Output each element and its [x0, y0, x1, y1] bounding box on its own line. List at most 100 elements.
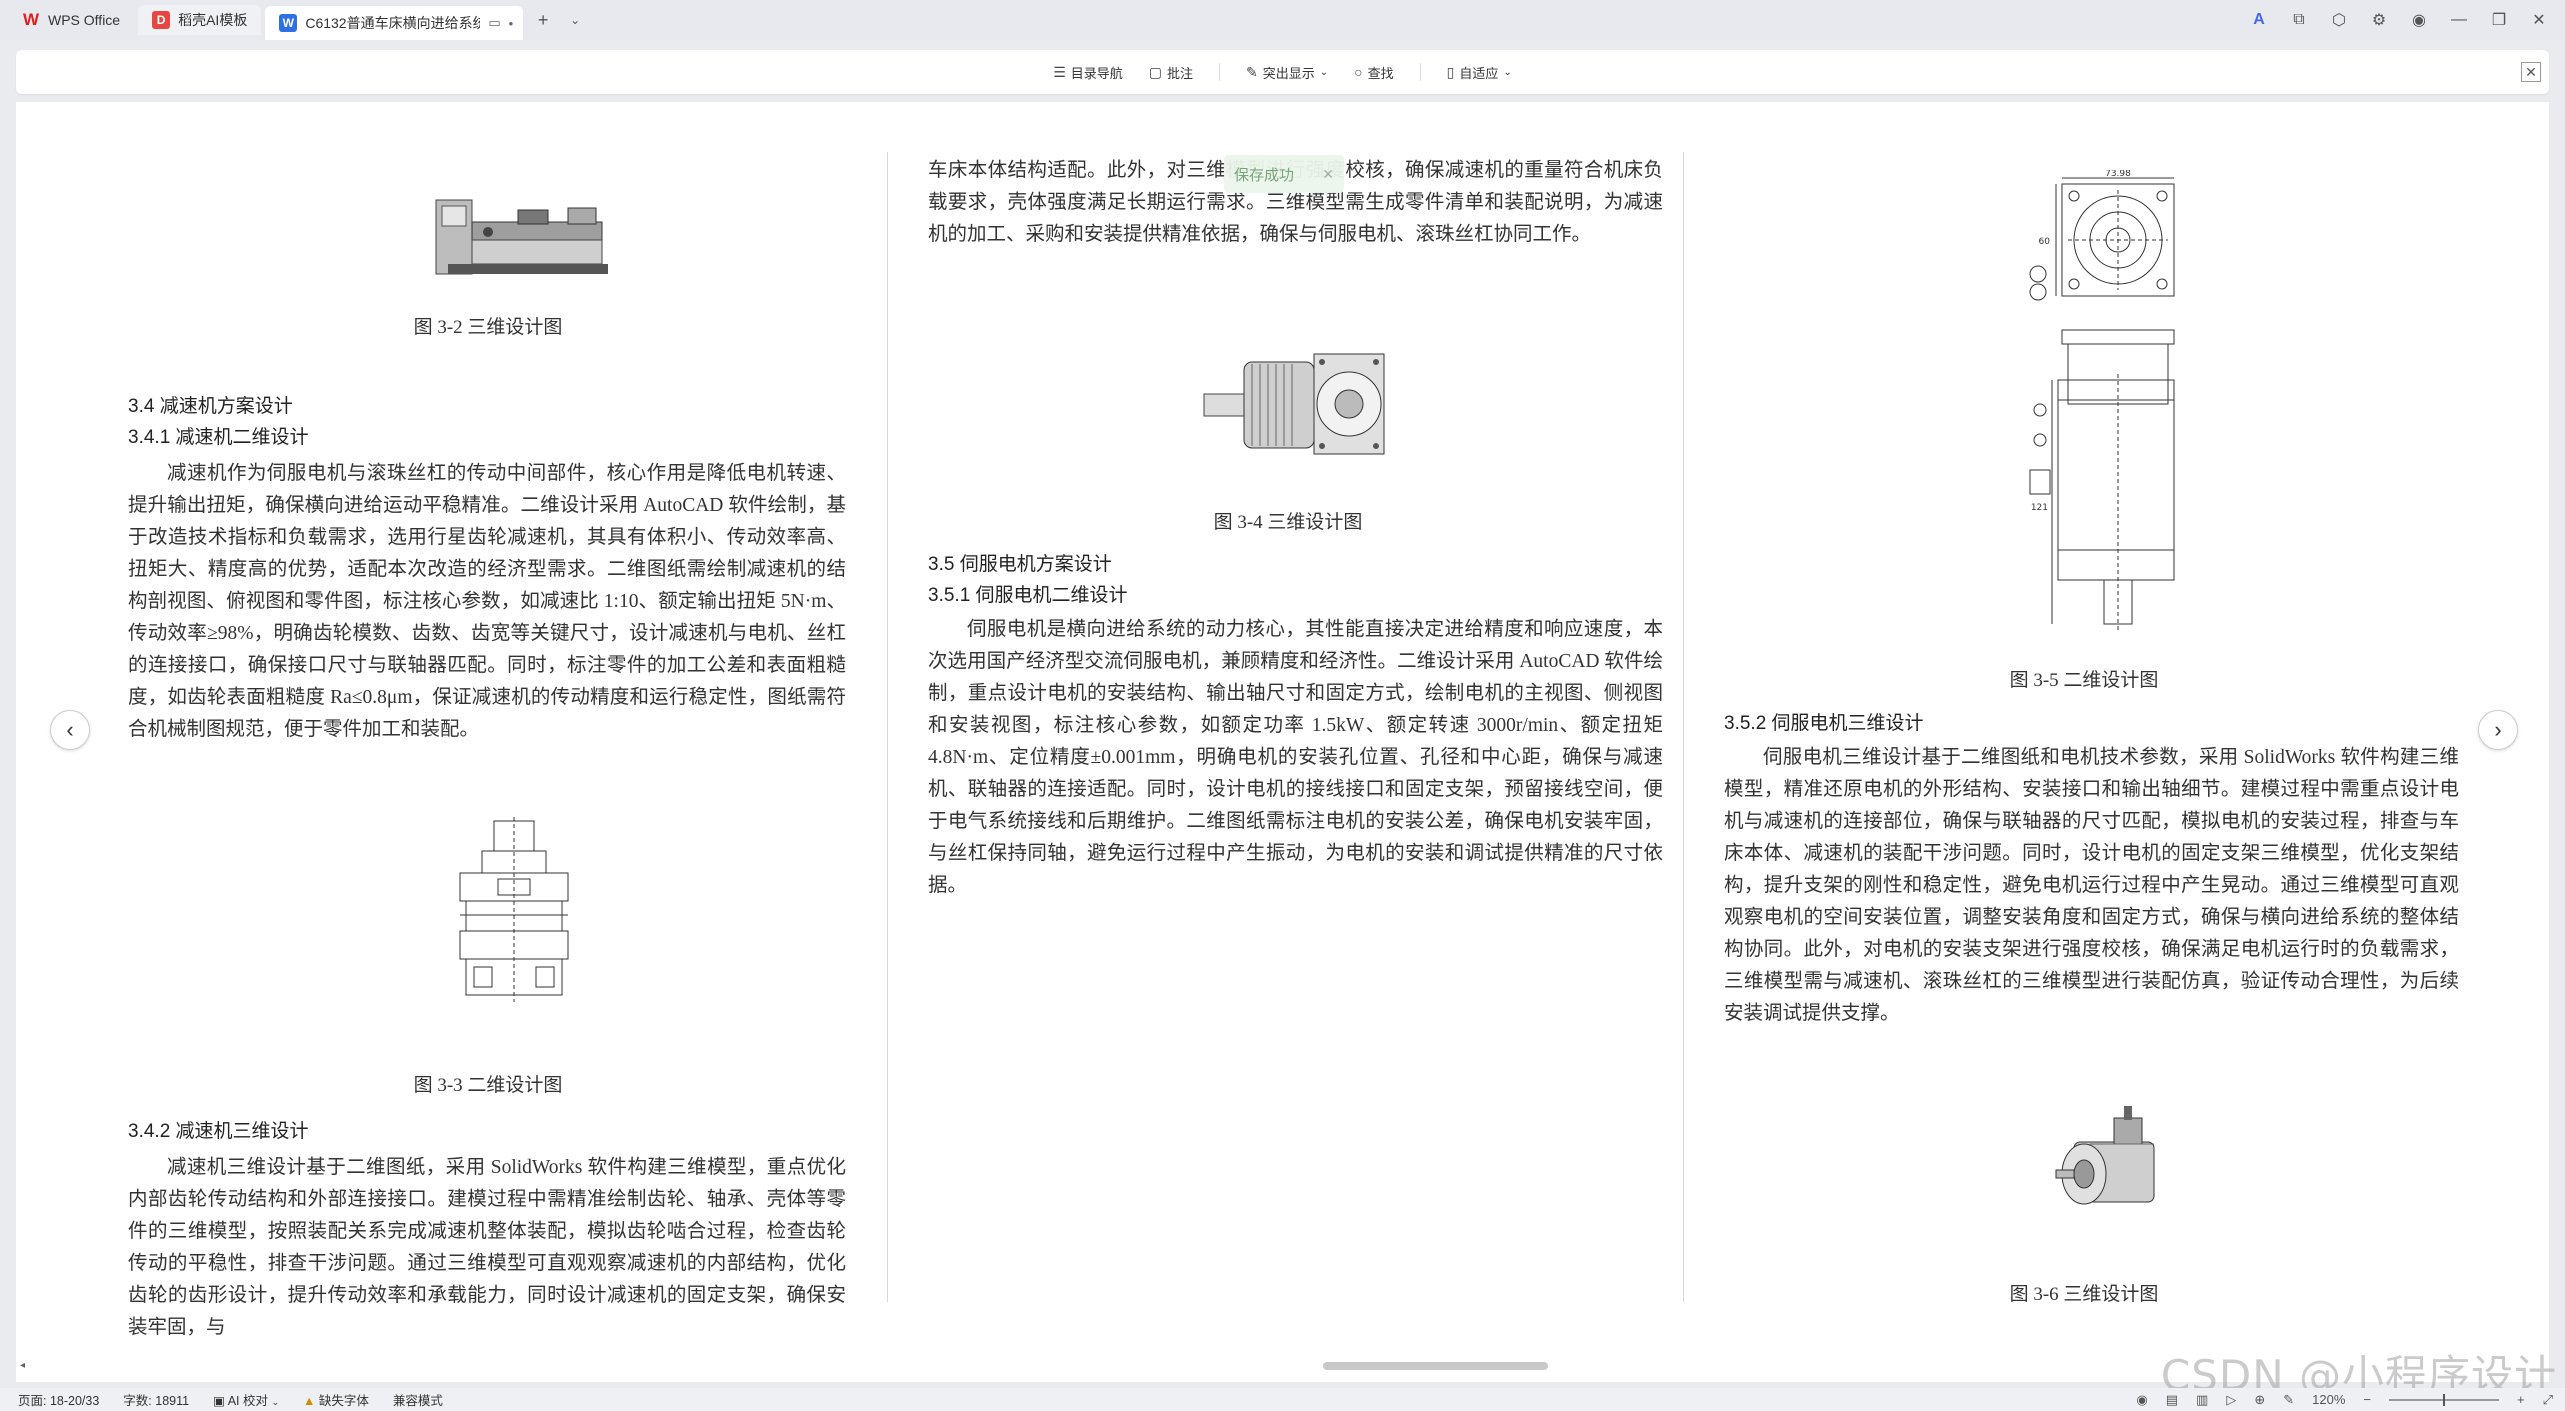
horizontal-scrollbar[interactable] — [1323, 1362, 1548, 1370]
play-icon[interactable]: ▷ — [2226, 1392, 2236, 1408]
chevron-down-icon: ⌄ — [1319, 66, 1329, 78]
tab-document[interactable]: W C6132普通车床横向进给系统 ▭ • — [265, 6, 524, 40]
reading-toolbar: ☰ 目录导航 ▢ 批注 ✎ 突出显示 ⌄ ○ 查找 ▯ 自适应 ⌄ ✕ — [16, 50, 2549, 94]
page-view-icon[interactable]: ▤ — [2166, 1392, 2178, 1408]
fit-button[interactable]: ▯ 自适应 ⌄ — [1447, 63, 1512, 82]
status-bar: 页面: 18-20/33 字数: 18911 ▣ AI 校对 ⌄ ▲ 缺失字体 … — [0, 1388, 2565, 1411]
section-heading: 3.5 伺服电机方案设计 — [928, 554, 1112, 575]
fullscreen-icon[interactable]: ⤢ — [2543, 1392, 2553, 1408]
tab-label: C6132普通车床横向进给系统 — [305, 15, 481, 31]
paragraph: 减速机作为伺服电机与滚珠丝杠的传动中间部件，核心作用是降低电机转速、提升输出扭矩… — [128, 463, 846, 740]
fit-page-icon: ▯ — [1446, 63, 1455, 80]
search-icon: ○ — [1354, 64, 1363, 80]
word-count[interactable]: 字数: 18911 — [123, 1390, 189, 1409]
figure-caption: 图 3-5 二维设计图 — [2009, 670, 2159, 691]
reducer-3d-figure — [1203, 353, 1385, 455]
find-label: 查找 — [1367, 65, 1394, 81]
page-divider — [1683, 152, 1684, 1302]
title-bar: W WPS Office D 稻壳AI模板 W C6132普通车床横向进给系统 … — [0, 0, 2565, 40]
lathe-3d-figure — [435, 199, 608, 275]
chevron-right-icon: › — [2494, 717, 2502, 742]
servo-motor-side-drawing: 121 — [2029, 374, 2175, 632]
zoom-in-icon[interactable]: + — [2517, 1392, 2525, 1407]
window-mode-icon[interactable]: ⧉ — [2281, 4, 2317, 36]
zoom-out-icon[interactable]: − — [2363, 1392, 2371, 1407]
figure-caption: 图 3-4 三维设计图 — [1213, 512, 1363, 533]
ai-proofread-label: AI 校对 — [227, 1394, 268, 1408]
toc-icon: ☰ — [1053, 63, 1066, 80]
tab-daoke-ai[interactable]: D 稻壳AI模板 — [138, 5, 262, 35]
daoke-ai-icon: D — [152, 11, 171, 29]
toolbar-divider — [1419, 63, 1421, 81]
toolbar-divider — [1219, 63, 1221, 81]
close-window-icon[interactable]: ✕ — [2521, 4, 2557, 36]
save-success-toast: 保存成功 ✕ — [1224, 155, 1344, 193]
paragraph: 减速机三维设计基于二维图纸，采用 SolidWorks 软件构建三维模型，重点优… — [128, 1157, 846, 1338]
toast-text: 保存成功 — [1234, 166, 1295, 184]
settings-icon[interactable]: ⚙ — [2361, 4, 2397, 36]
outline-view-icon[interactable]: ▥ — [2196, 1392, 2208, 1408]
find-button[interactable]: ○ 查找 — [1354, 63, 1393, 82]
page-divider — [887, 152, 888, 1302]
comment-button[interactable]: ▢ 批注 — [1149, 63, 1193, 82]
dimension-label: 121 — [2031, 503, 2048, 513]
wps-icon: W — [22, 10, 40, 29]
zoom-slider[interactable] — [2389, 1393, 2499, 1406]
dimension-label: 73.98 — [2105, 170, 2131, 179]
restore-icon[interactable]: ❐ — [2481, 4, 2517, 36]
page-column-1: 图 3-2 三维设计图 3.4 减速机方案设计 3.4.1 减速机二维设计 减速… — [128, 102, 858, 1338]
highlight-label: 突出显示 — [1262, 65, 1315, 81]
zoom-level[interactable]: 120% — [2312, 1392, 2345, 1407]
close-tab-icon[interactable]: • — [509, 16, 514, 31]
figure-caption: 图 3-6 三维设计图 — [2009, 1284, 2159, 1305]
ai-assistant-icon[interactable]: A — [2241, 4, 2277, 36]
section-heading: 3.4 减速机方案设计 — [128, 396, 293, 417]
servo-motor-3d-figure — [2055, 1106, 2155, 1205]
eye-icon[interactable]: ◉ — [2136, 1392, 2147, 1408]
web-view-icon[interactable]: ⊕ — [2254, 1392, 2265, 1408]
close-icon[interactable]: ✕ — [1322, 166, 1334, 183]
tab-label: 稻壳AI模板 — [178, 12, 248, 28]
exit-reading-mode-button[interactable]: ✕ — [2521, 62, 2541, 82]
comment-icon: ▢ — [1148, 63, 1163, 80]
chevron-down-icon: ⌄ — [1503, 66, 1512, 78]
status-right-controls: ◉ ▤ ▥ ▷ ⊕ ✎ 120% − + ⤢ — [2136, 1388, 2553, 1411]
subsection-heading: 3.4.1 减速机二维设计 — [128, 427, 309, 448]
tab-list-chevron-icon[interactable]: ⌄ — [559, 5, 591, 35]
next-page-button[interactable]: › — [2478, 710, 2518, 750]
dimension-label: 60 — [2039, 237, 2051, 247]
toc-label: 目录导航 — [1070, 65, 1123, 81]
warning-icon: ▲ — [303, 1394, 316, 1408]
paragraph: 伺服电机三维设计基于二维图纸和电机技术参数，采用 SolidWorks 软件构建… — [1724, 747, 2459, 1024]
page-column-2: 车床本体结构适配。此外，对三维模型进行强度校核，确保减速机的重量符合机床负载要求… — [928, 102, 1663, 1302]
page-scroll-left-icon[interactable]: ◂ — [20, 1360, 25, 1371]
compat-mode-label: 兼容模式 — [392, 1394, 443, 1408]
subsection-heading: 3.5.1 伺服电机二维设计 — [928, 585, 1128, 606]
subsection-heading: 3.4.2 减速机三维设计 — [128, 1121, 309, 1142]
monitor-icon[interactable]: ▭ — [488, 15, 500, 31]
minimize-icon[interactable]: — — [2441, 4, 2477, 36]
cube-icon[interactable]: ⬡ — [2321, 4, 2357, 36]
highlighter-icon: ✎ — [1246, 63, 1258, 80]
missing-font-label: 缺失字体 — [318, 1394, 369, 1408]
fit-label: 自适应 — [1459, 65, 1499, 81]
document-page: 图 3-2 三维设计图 3.4 减速机方案设计 3.4.1 减速机二维设计 减速… — [16, 102, 2549, 1382]
tab-label: WPS Office — [48, 12, 121, 28]
window-controls: A ⧉ ⬡ ⚙ ◉ — ❐ ✕ — [2241, 0, 2565, 40]
new-tab-button[interactable]: + — [527, 5, 559, 35]
figure-caption: 图 3-2 三维设计图 — [413, 317, 563, 338]
comment-label: 批注 — [1167, 65, 1194, 81]
avatar[interactable]: ◉ — [2401, 4, 2437, 36]
reducer-2d-drawing — [459, 817, 569, 1002]
tab-wps-office[interactable]: W WPS Office — [8, 5, 134, 35]
doc-icon: W — [279, 14, 298, 32]
page-indicator[interactable]: 页面: 18-20/33 — [18, 1390, 99, 1409]
proofread-icon: ▣ — [213, 1394, 225, 1408]
prev-page-button[interactable]: ‹ — [50, 710, 90, 750]
ai-proofread-button[interactable]: ▣ AI 校对 ⌄ — [213, 1390, 279, 1409]
missing-font-button[interactable]: ▲ 缺失字体 — [303, 1390, 369, 1409]
toc-button[interactable]: ☰ 目录导航 — [1053, 63, 1123, 82]
paragraph: 伺服电机是横向进给系统的动力核心，其性能直接决定进给精度和响应速度，本次选用国产… — [928, 619, 1663, 896]
pen-icon[interactable]: ✎ — [2283, 1392, 2294, 1408]
highlight-button[interactable]: ✎ 突出显示 ⌄ — [1246, 63, 1328, 82]
